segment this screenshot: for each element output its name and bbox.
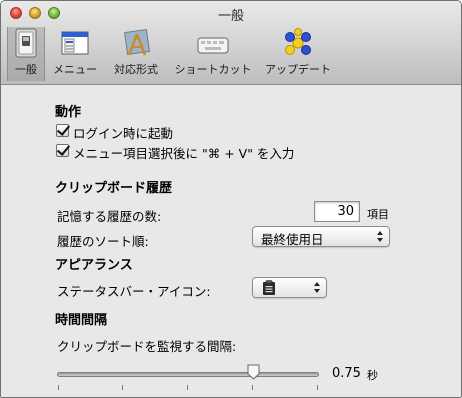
slider-tick <box>252 385 253 390</box>
interval-label: クリップボードを監視する間隔: <box>57 339 237 354</box>
title-bar: 一般 一般 メニュー 対応形式 ショートカット アップデート <box>1 1 461 85</box>
statusbar-icon-popup[interactable] <box>252 277 327 298</box>
tab-updates-label: アップデート <box>265 63 331 76</box>
slider-tick <box>58 385 59 390</box>
interval-value: 0.75 <box>332 366 361 381</box>
clipboard-icon <box>262 280 276 299</box>
history-sort-value: 最終使用日 <box>261 232 324 247</box>
tab-formats[interactable]: 対応形式 <box>105 27 167 81</box>
slider-tick <box>187 385 188 390</box>
keyboard-icon <box>196 28 230 58</box>
preferences-window: 一般 一般 メニュー 対応形式 ショートカット アップデート 動作 ログイン時に… <box>0 0 462 398</box>
tab-menu[interactable]: メニュー <box>45 27 105 81</box>
slider-tick <box>122 385 123 390</box>
tab-formats-label: 対応形式 <box>114 63 158 76</box>
general-pane: 動作 ログイン時に起動 メニュー項目選択後に "⌘ + V" を入力 クリップボ… <box>1 86 461 397</box>
interval-heading: 時間間隔 <box>55 313 108 328</box>
tab-shortcuts-label: ショートカット <box>174 63 252 76</box>
general-switch-icon <box>10 28 42 58</box>
paste-after-select-checkbox[interactable] <box>56 144 69 157</box>
interval-slider-knob[interactable] <box>247 364 260 380</box>
slider-tick <box>317 385 318 390</box>
tab-menu-label: メニュー <box>53 63 97 76</box>
popup-arrows-icon <box>314 282 320 293</box>
behavior-heading: 動作 <box>55 105 82 120</box>
window-title: 一般 <box>217 9 244 24</box>
update-molecule-icon <box>282 28 314 58</box>
interval-slider-ticks <box>58 385 318 390</box>
tab-general[interactable]: 一般 <box>7 27 45 81</box>
preferences-toolbar: 一般 メニュー 対応形式 ショートカット アップデート <box>7 27 337 81</box>
menu-window-icon <box>59 28 91 58</box>
tab-general-label: 一般 <box>15 63 37 76</box>
history-count-field[interactable]: 30 <box>314 201 360 222</box>
history-heading: クリップボード履歴 <box>55 181 173 196</box>
history-count-label: 記憶する履歴の数: <box>57 209 162 224</box>
interval-unit: 秒 <box>367 369 378 382</box>
appearance-heading: アピアランス <box>55 258 133 273</box>
launch-at-login-label[interactable]: ログイン時に起動 <box>73 123 173 142</box>
formats-app-icon <box>120 28 152 58</box>
history-count-unit: 項目 <box>367 208 389 221</box>
launch-at-login-checkbox[interactable] <box>56 124 69 137</box>
paste-after-select-label[interactable]: メニュー項目選択後に "⌘ + V" を入力 <box>73 143 294 162</box>
statusbar-icon-label: ステータスバー・アイコン: <box>57 284 211 299</box>
tab-updates[interactable]: アップデート <box>259 27 337 81</box>
tab-shortcuts[interactable]: ショートカット <box>167 27 259 81</box>
history-sort-popup[interactable]: 最終使用日 <box>252 226 390 247</box>
history-sort-label: 履歴のソート順: <box>57 234 149 249</box>
interval-slider-track[interactable] <box>57 372 319 377</box>
popup-arrows-icon <box>377 231 383 242</box>
